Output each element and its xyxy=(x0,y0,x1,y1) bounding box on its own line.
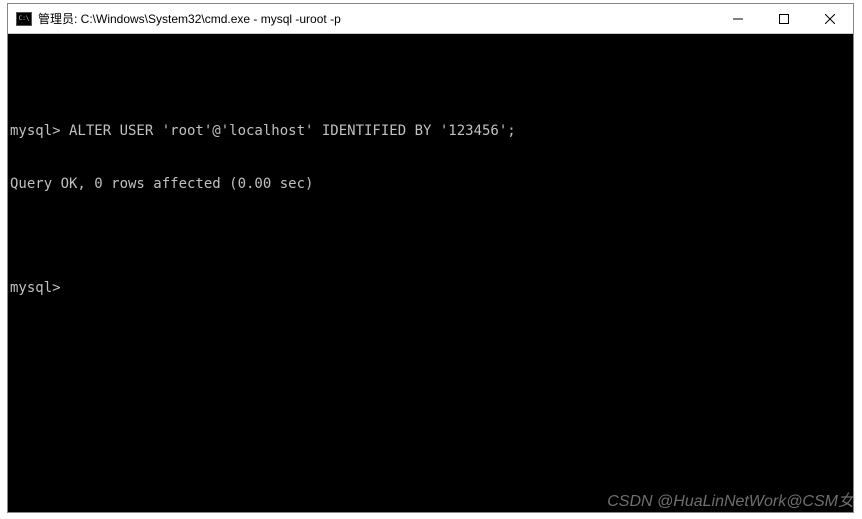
close-button[interactable] xyxy=(807,4,853,33)
window-title: 管理员: C:\Windows\System32\cmd.exe - mysql… xyxy=(38,10,715,27)
maximize-icon xyxy=(779,14,789,24)
terminal-line-1: mysql> ALTER USER 'root'@'localhost' IDE… xyxy=(10,123,851,141)
terminal-area[interactable]: mysql> ALTER USER 'root'@'localhost' IDE… xyxy=(8,34,853,512)
terminal-line-3 xyxy=(10,228,851,245)
maximize-button[interactable] xyxy=(761,4,807,33)
terminal-line-4: mysql> xyxy=(10,280,851,298)
cmd-icon xyxy=(16,12,32,26)
close-icon xyxy=(825,14,835,24)
terminal-line-2: Query OK, 0 rows affected (0.00 sec) xyxy=(10,176,851,194)
titlebar[interactable]: 管理员: C:\Windows\System32\cmd.exe - mysql… xyxy=(8,4,853,34)
minimize-icon xyxy=(733,14,743,24)
window-controls xyxy=(715,4,853,33)
cmd-window: 管理员: C:\Windows\System32\cmd.exe - mysql… xyxy=(7,3,854,513)
terminal-blank xyxy=(10,71,851,88)
minimize-button[interactable] xyxy=(715,4,761,33)
